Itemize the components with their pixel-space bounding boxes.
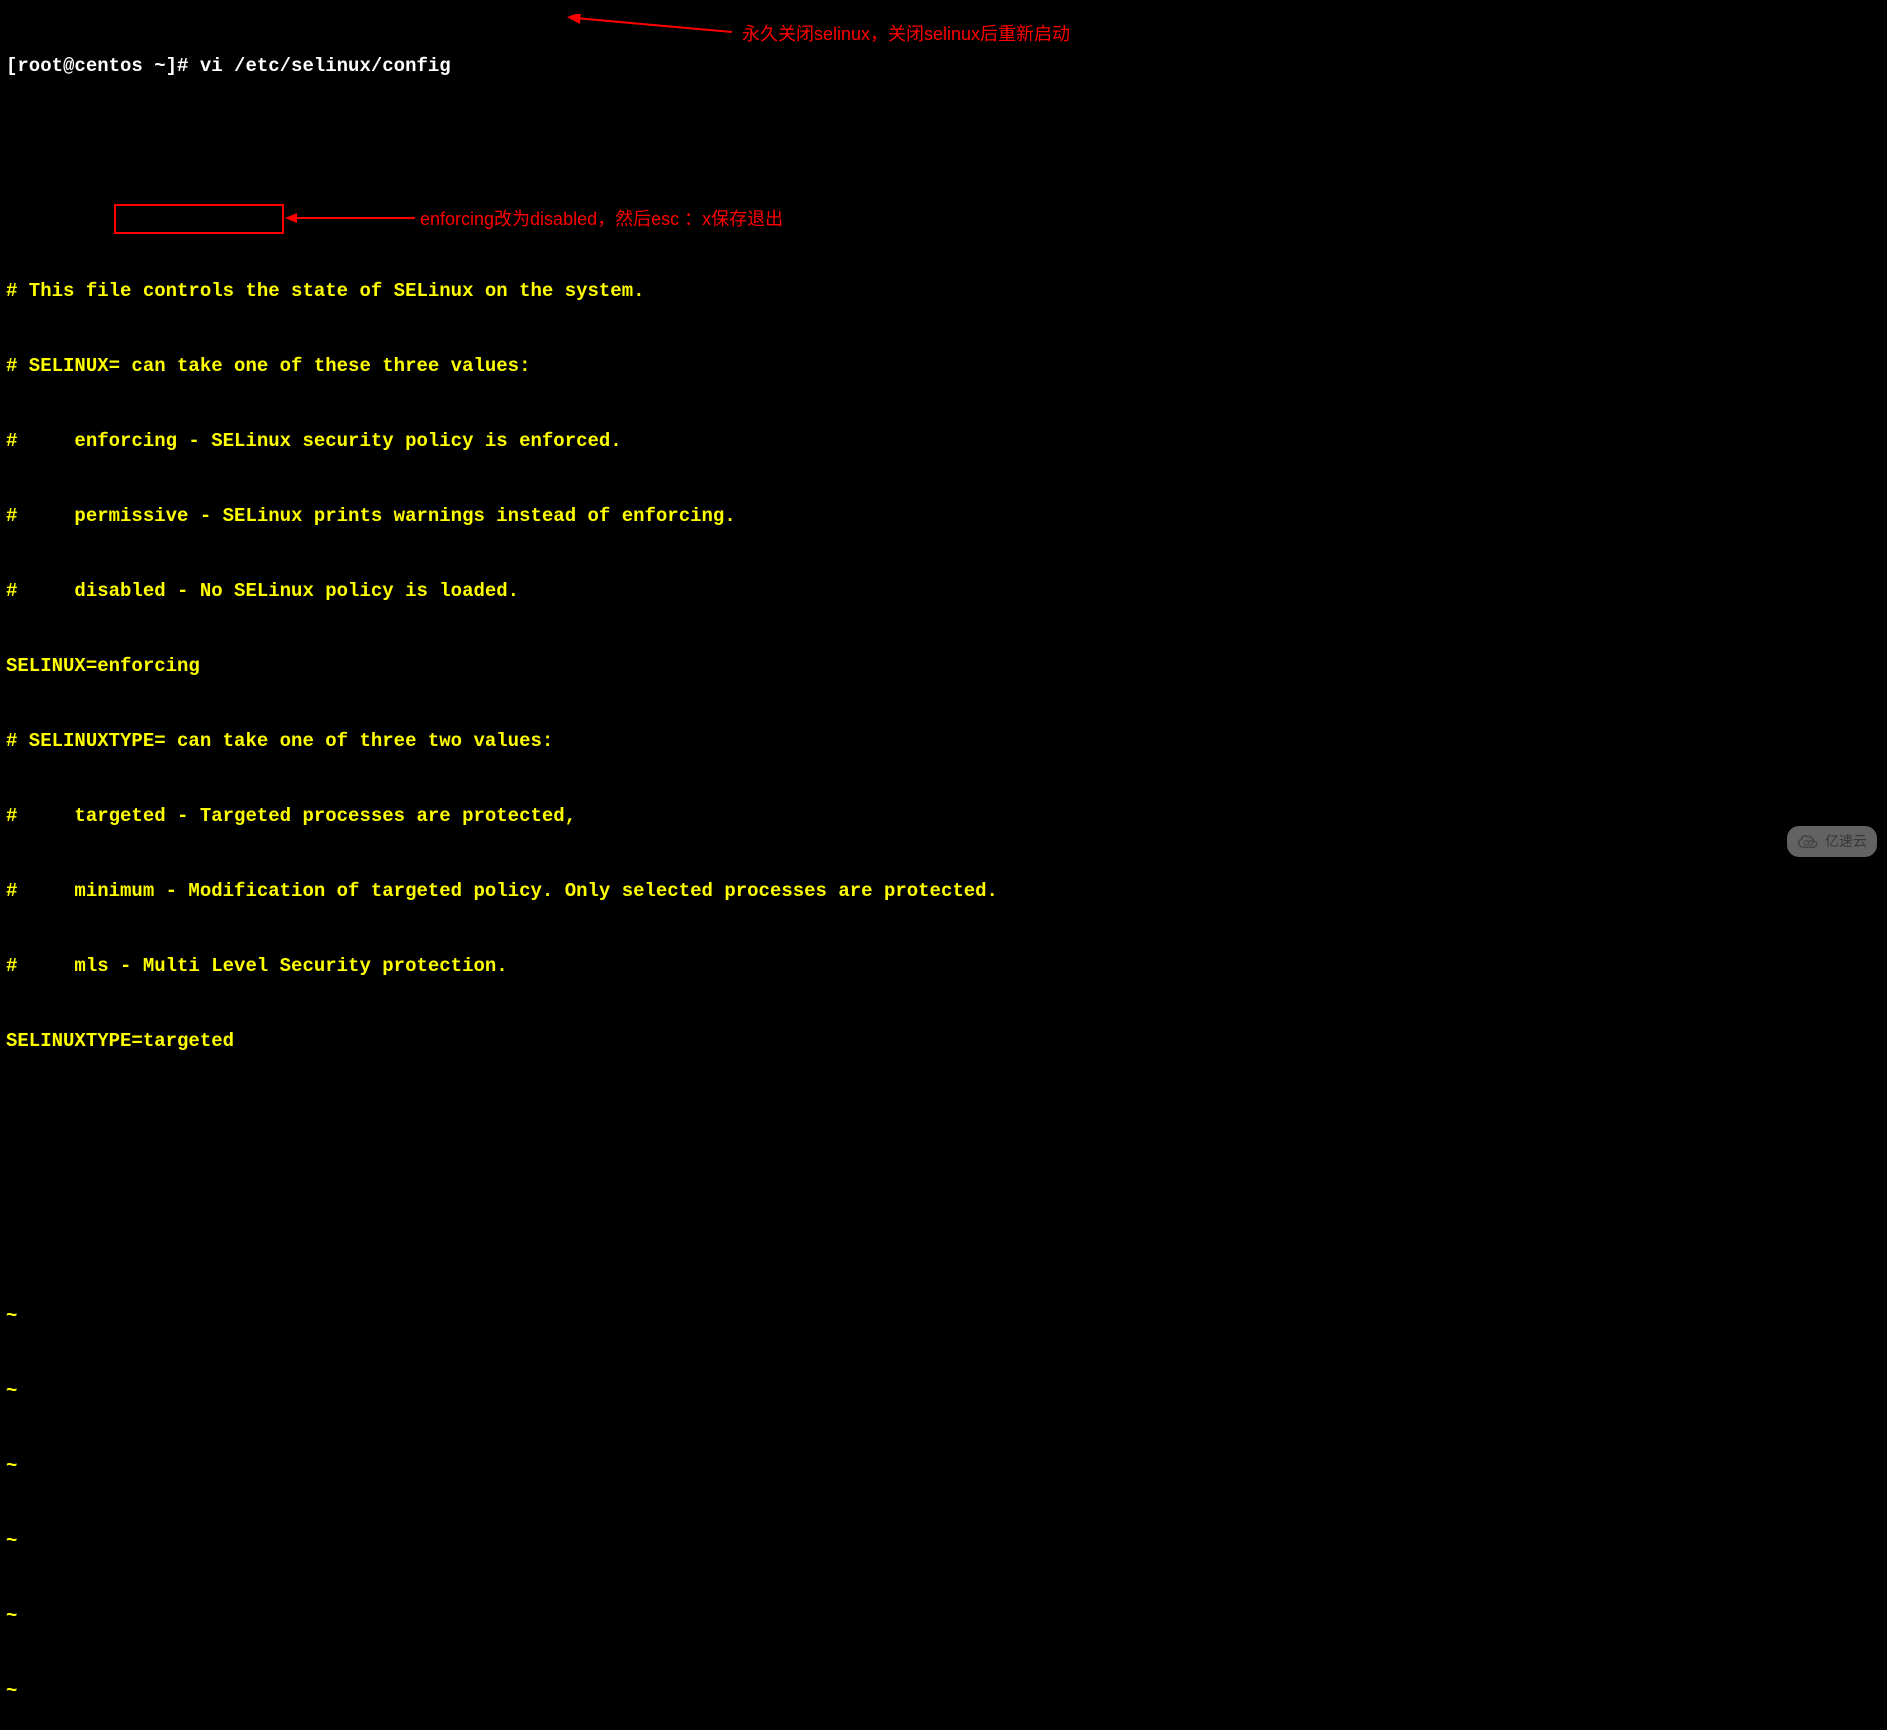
file-content: # This file controls the state of SELinu… [6,129,1881,1104]
file-line: # mls - Multi Level Security protection. [6,954,1881,979]
vi-tilde: ~ [6,1604,1881,1629]
file-line-selinux: SELINUX=enforcing [6,654,1881,679]
cloud-icon [1797,834,1819,850]
annotation-text: 永久关闭selinux，关闭selinux后重新启动 [742,22,1070,47]
vi-tilde: ~ [6,1529,1881,1554]
file-line: # disabled - No SELinux policy is loaded… [6,579,1881,604]
vi-tilde: ~ [6,1304,1881,1329]
file-line: SELINUXTYPE=targeted [6,1029,1881,1054]
vi-tilde: ~ [6,1679,1881,1704]
watermark: 亿速云 [1787,826,1877,857]
file-line: # permissive - SELinux prints warnings i… [6,504,1881,529]
file-line: # enforcing - SELinux security policy is… [6,429,1881,454]
command-prompt: [root@centos ~]# vi /etc/selinux/config [6,54,1881,79]
vi-tilde: ~ [6,1379,1881,1404]
file-line: # SELINUXTYPE= can take one of three two… [6,729,1881,754]
annotation-text: enforcing改为disabled，然后esc ：x保存退出 [420,207,783,232]
blank-line [6,1154,1881,1179]
file-line: # SELINUX= can take one of these three v… [6,354,1881,379]
file-line: # minimum - Modification of targeted pol… [6,879,1881,904]
watermark-label: 亿速云 [1825,829,1867,854]
terminal-window[interactable]: [root@centos ~]# vi /etc/selinux/config … [0,0,1887,1730]
file-line: # targeted - Targeted processes are prot… [6,804,1881,829]
vi-tilde: ~ [6,1454,1881,1479]
blank-line [6,1229,1881,1254]
file-line: # This file controls the state of SELinu… [6,279,1881,304]
